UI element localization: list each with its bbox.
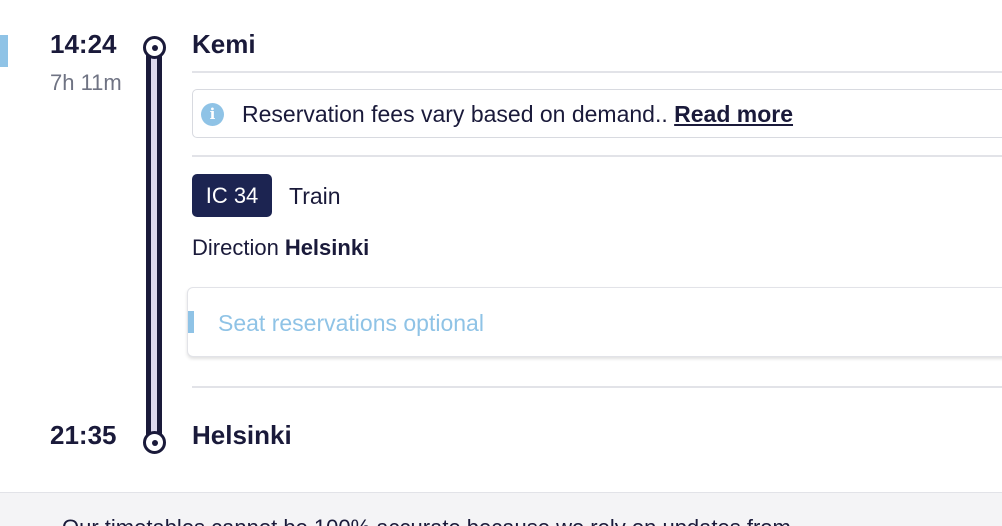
- direction-label: Direction: [192, 235, 279, 260]
- departure-time: 14:24: [50, 29, 117, 59]
- train-line-badge: IC 34: [192, 174, 272, 217]
- transport-mode: Train: [289, 183, 341, 209]
- divider: [192, 155, 1002, 157]
- info-icon: i: [201, 103, 224, 126]
- direction-value: Helsinki: [284, 235, 370, 260]
- notice-text: Reservation fees vary based on demand..: [242, 101, 675, 127]
- departure-stop-dot-icon: [143, 36, 166, 59]
- arrival-stop-dot-icon: [143, 431, 166, 454]
- read-more-link[interactable]: Read more: [674, 101, 793, 127]
- route-line-inner: [151, 47, 157, 443]
- trip-duration: 7h 11m: [50, 70, 122, 95]
- reservation-notice-text: Reservation fees vary based on demand.. …: [242, 101, 793, 128]
- disclaimer-text: Our timetables cannot be 100% accurate b…: [62, 515, 791, 526]
- train-direction: Direction Helsinki: [192, 235, 369, 261]
- seat-reservation-accent: [188, 311, 194, 333]
- seat-reservation-text: Seat reservations optional: [218, 310, 484, 336]
- arrival-station[interactable]: Helsinki: [192, 420, 292, 451]
- selection-indicator: [0, 35, 8, 67]
- departure-station[interactable]: Kemi: [192, 29, 256, 60]
- timetable-disclaimer: Our timetables cannot be 100% accurate b…: [0, 492, 1002, 526]
- divider: [192, 71, 1002, 73]
- arrival-time: 21:35: [50, 420, 117, 450]
- divider: [192, 386, 1002, 388]
